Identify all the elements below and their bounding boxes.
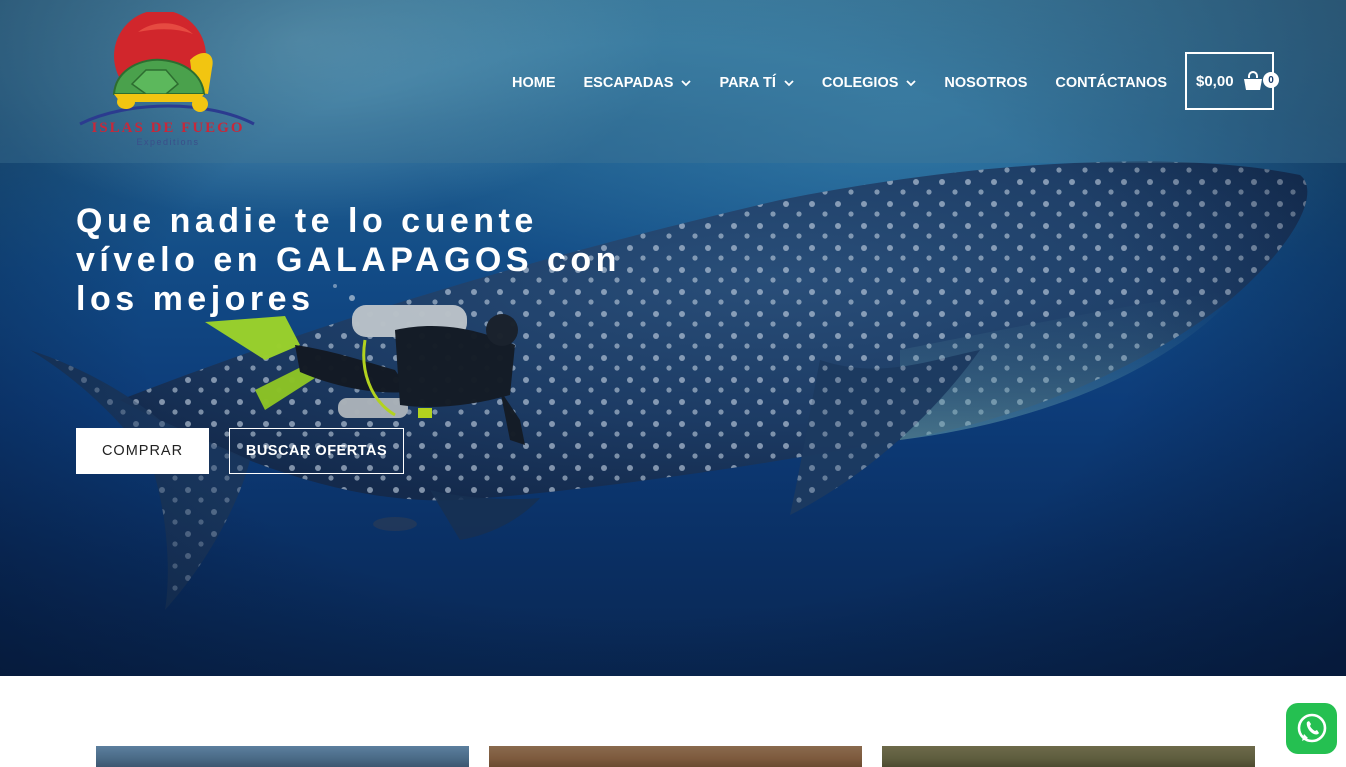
tour-card-image[interactable] <box>489 746 862 767</box>
brand-name: ISLAS DE FUEGO <box>91 120 245 136</box>
main-nav: HOME ESCAPADAS PARA TÍ COLEGIOS NOSOTROS… <box>498 72 1181 94</box>
whatsapp-icon <box>1297 713 1326 742</box>
nav-item-para-ti[interactable]: PARA TÍ <box>719 75 794 91</box>
nav-item-contactanos[interactable]: CONTÁCTANOS <box>1055 75 1167 91</box>
nav-item-label: HOME <box>512 75 556 91</box>
turtle-logo-icon <box>79 10 255 126</box>
whatsapp-button[interactable] <box>1286 703 1337 754</box>
nav-item-label: CONTÁCTANOS <box>1055 75 1168 91</box>
cart-total: $0,00 <box>1196 72 1234 90</box>
nav-item-label: PARA TÍ <box>719 75 776 91</box>
nav-item-nosotros[interactable]: NOSOTROS <box>944 75 1027 91</box>
nav-item-label: ESCAPADAS <box>583 75 674 91</box>
brand-tagline: Expeditions <box>136 137 200 147</box>
shopping-bag-icon <box>1243 71 1262 90</box>
nav-item-colegios[interactable]: COLEGIOS <box>822 75 917 91</box>
brand-logo[interactable]: ISLAS DE FUEGO Expeditions <box>78 10 258 152</box>
chevron-down-icon <box>784 79 794 86</box>
headline-line: Que nadie te lo cuente <box>76 202 538 240</box>
nav-item-home[interactable]: HOME <box>512 75 556 91</box>
cart-count-badge: 0 <box>1263 72 1279 88</box>
search-offers-button[interactable]: BUSCAR OFERTAS <box>229 428 404 474</box>
tour-card-image[interactable] <box>96 746 469 767</box>
buy-button[interactable]: COMPRAR <box>76 428 209 474</box>
chevron-down-icon <box>906 79 917 86</box>
nav-item-escapadas[interactable]: ESCAPADAS <box>584 75 692 91</box>
nav-item-label: NOSOTROS <box>944 75 1028 91</box>
hero-headline: Que nadie te lo cuente vívelo en GALAPAG… <box>76 202 696 319</box>
cart-button[interactable]: $0,00 0 <box>1185 52 1279 110</box>
chevron-down-icon <box>681 79 692 86</box>
nav-item-label: COLEGIOS <box>821 75 899 91</box>
tour-card-image[interactable] <box>882 746 1255 767</box>
headline-line: vívelo en GALAPAGOS con <box>76 241 621 279</box>
headline-line: los mejores <box>76 280 315 318</box>
